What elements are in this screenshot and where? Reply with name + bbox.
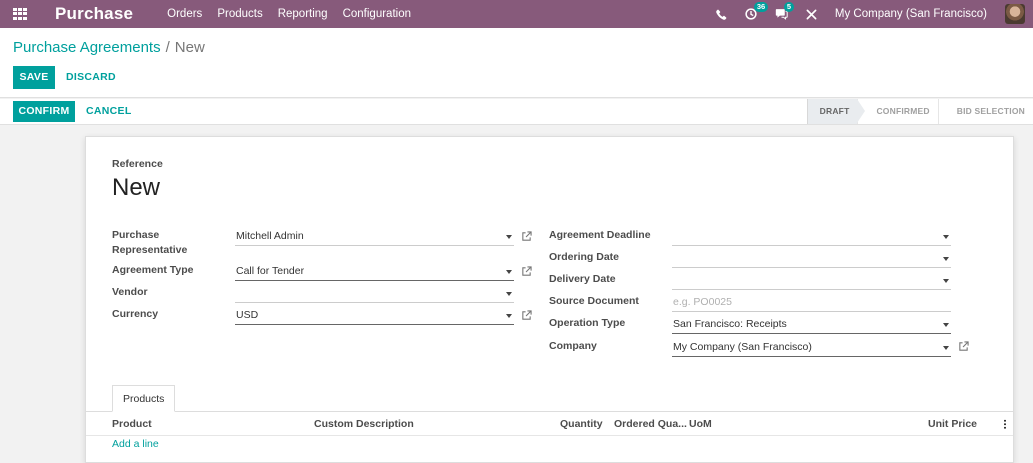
agreement-type-value: Call for Tender xyxy=(236,265,305,277)
operation-type-label: Operation Type xyxy=(549,317,626,329)
top-navbar: Purchase Orders Products Reporting Confi… xyxy=(0,0,1033,28)
chevron-down-icon xyxy=(506,314,512,318)
chevron-down-icon xyxy=(943,323,949,327)
purchase-rep-label: Purchase Representative xyxy=(112,229,188,256)
ordering-date-field[interactable] xyxy=(672,248,951,268)
chevron-down-icon xyxy=(506,292,512,296)
reference-label: Reference xyxy=(112,158,163,170)
operation-type-value: San Francisco: Receipts xyxy=(673,318,787,330)
currency-value: USD xyxy=(236,309,259,321)
vendor-label: Vendor xyxy=(112,286,148,298)
chevron-down-icon xyxy=(943,257,949,261)
breadcrumb-current: New xyxy=(174,39,205,56)
column-unit-price[interactable]: Unit Price xyxy=(928,418,977,430)
save-button[interactable]: SAVE xyxy=(13,66,55,89)
column-uom[interactable]: UoM xyxy=(689,418,712,430)
currency-label: Currency xyxy=(112,308,159,320)
control-panel: Purchase Agreements / New SAVE DISCARD xyxy=(0,28,1033,98)
debug-tools-icon[interactable] xyxy=(806,9,817,20)
main-menu: Orders Products Reporting Configuration xyxy=(167,8,426,20)
notebook-tabs: Products xyxy=(112,385,176,412)
chevron-down-icon xyxy=(943,279,949,283)
products-table-header: Product Custom Description Quantity Orde… xyxy=(86,414,1013,436)
column-product[interactable]: Product xyxy=(112,418,152,430)
agreement-deadline-label: Agreement Deadline xyxy=(549,229,651,241)
delivery-date-label: Delivery Date xyxy=(549,273,616,285)
stage-bid-selection[interactable]: BID SELECTION xyxy=(937,99,1033,124)
column-custom-description[interactable]: Custom Description xyxy=(314,418,414,430)
chevron-down-icon xyxy=(943,235,949,239)
activity-clock-icon[interactable]: 36 xyxy=(745,2,769,20)
reference-value: New xyxy=(112,174,161,201)
agreement-type-field[interactable]: Call for Tender xyxy=(235,261,514,281)
column-quantity[interactable]: Quantity xyxy=(560,418,603,430)
confirm-button[interactable]: CONFIRM xyxy=(13,101,75,122)
message-count-badge: 5 xyxy=(783,2,795,12)
purchase-rep-value: Mitchell Admin xyxy=(236,230,304,242)
external-link-icon[interactable] xyxy=(521,231,532,242)
ordering-date-label: Ordering Date xyxy=(549,251,620,263)
external-link-icon[interactable] xyxy=(521,266,532,277)
source-document-placeholder: e.g. PO0025 xyxy=(673,296,732,308)
app-title[interactable]: Purchase xyxy=(55,4,133,24)
source-document-input[interactable]: e.g. PO0025 xyxy=(672,292,951,312)
column-ordered-quantity[interactable]: Ordered Qua... xyxy=(614,418,687,430)
phone-icon[interactable] xyxy=(716,9,727,20)
purchase-rep-field[interactable]: Mitchell Admin xyxy=(235,226,514,246)
company-label: Company xyxy=(549,340,597,352)
agreement-deadline-field[interactable] xyxy=(672,226,951,246)
cancel-button[interactable]: CANCEL xyxy=(86,101,132,122)
breadcrumb-parent[interactable]: Purchase Agreements xyxy=(13,39,161,56)
discard-button[interactable]: DISCARD xyxy=(66,66,116,89)
delivery-date-field[interactable] xyxy=(672,270,951,290)
breadcrumb: Purchase Agreements / New xyxy=(13,39,205,56)
vendor-field[interactable] xyxy=(235,283,514,303)
menu-products[interactable]: Products xyxy=(217,8,262,20)
optional-columns-kebab-icon[interactable] xyxy=(1004,419,1006,429)
external-link-icon[interactable] xyxy=(521,310,532,321)
external-link-icon[interactable] xyxy=(958,341,969,352)
activity-count-badge: 36 xyxy=(753,2,769,12)
company-switcher[interactable]: My Company (San Francisco) xyxy=(835,8,987,20)
chevron-down-icon xyxy=(943,346,949,350)
form-statusbar: CONFIRM CANCEL DRAFT CONFIRMED BID SELEC… xyxy=(0,99,1033,125)
stage-confirmed[interactable]: CONFIRMED xyxy=(857,99,937,124)
menu-reporting[interactable]: Reporting xyxy=(278,8,328,20)
add-line-link[interactable]: Add a line xyxy=(112,438,159,450)
menu-configuration[interactable]: Configuration xyxy=(343,8,411,20)
agreement-type-label: Agreement Type xyxy=(112,264,194,276)
chevron-down-icon xyxy=(506,235,512,239)
form-sheet: Reference New Purchase Representative Mi… xyxy=(85,136,1014,463)
notebook-tabs-divider xyxy=(86,411,1013,412)
user-avatar[interactable] xyxy=(1005,4,1025,24)
navbar-systray: 36 5 My Company (San Francisco) xyxy=(716,0,1033,28)
operation-type-field[interactable]: San Francisco: Receipts xyxy=(672,314,951,334)
breadcrumb-separator: / xyxy=(165,39,170,56)
company-value: My Company (San Francisco) xyxy=(673,341,812,353)
messages-chat-icon[interactable]: 5 xyxy=(775,2,795,20)
menu-orders[interactable]: Orders xyxy=(167,8,202,20)
currency-field[interactable]: USD xyxy=(235,305,514,325)
apps-grid-icon[interactable] xyxy=(13,8,27,20)
company-field[interactable]: My Company (San Francisco) xyxy=(672,337,951,357)
tab-products[interactable]: Products xyxy=(112,385,176,412)
source-document-label: Source Document xyxy=(549,295,639,307)
stage-pipeline: DRAFT CONFIRMED BID SELECTION xyxy=(806,99,1033,124)
chevron-down-icon xyxy=(506,270,512,274)
stage-draft: DRAFT xyxy=(806,99,866,124)
